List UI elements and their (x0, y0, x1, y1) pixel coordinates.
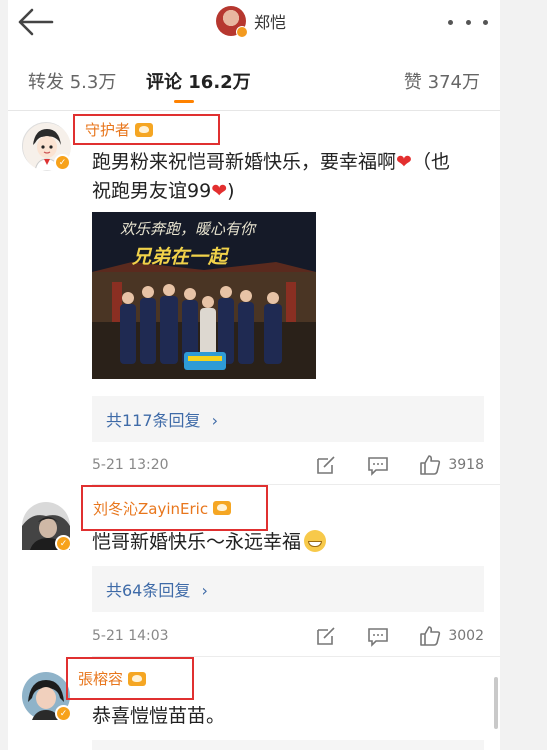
avatar[interactable]: ✓ (22, 672, 72, 722)
fan-badge-icon (128, 671, 147, 686)
view-replies-button[interactable] (92, 740, 484, 750)
like-thumb-icon[interactable] (418, 453, 442, 477)
grin-emoji-icon (304, 530, 327, 552)
heart-emoji-icon: ❤ (211, 180, 228, 202)
fan-badge-icon (135, 122, 154, 137)
comment-item: ✓ 刘冬沁ZayinEric 恺哥新婚快乐～永远幸福 共64条回复 › 5-21… (8, 484, 500, 656)
scrollbar[interactable] (494, 677, 498, 729)
view-replies-button[interactable]: 共64条回复 › (92, 566, 484, 612)
author-avatar[interactable] (216, 6, 248, 38)
avatar[interactable]: ✓ (22, 502, 72, 552)
comment-text-part: 恺哥新婚快乐～永远幸福 (92, 531, 302, 553)
fan-badge-icon (213, 501, 232, 515)
view-replies-button[interactable]: 共117条回复 › (92, 396, 484, 442)
weibo-comments-screen: 郑恺 转发 5.3万 评论 16.2万 赞 374万 ✓ 守护者 跑男粉来祝恺哥… (8, 0, 500, 750)
comment-icon[interactable] (366, 624, 390, 648)
tab-bar: 转发 5.3万 评论 16.2万 赞 374万 (8, 56, 500, 108)
comment-username[interactable]: 張榕容 (78, 668, 123, 689)
comment-text: 跑男粉来祝恺哥新婚快乐，要幸福啊❤（也 祝跑男友谊99❤) (92, 148, 492, 206)
heart-emoji-icon: ❤ (396, 151, 412, 173)
tab-comments[interactable]: 评论 16.2万 (146, 68, 251, 94)
comment-time: 5-21 14:03 (92, 628, 169, 644)
chevron-right-icon: › (201, 581, 208, 600)
chevron-right-icon: › (211, 411, 219, 430)
repost-icon[interactable] (314, 453, 338, 477)
more-dots-icon[interactable] (448, 10, 488, 34)
repost-icon[interactable] (314, 624, 338, 648)
comment-text-part: ) (227, 180, 235, 202)
replies-label: 共64条回复 (106, 581, 191, 600)
like-count: 3918 (448, 457, 484, 473)
comment-item: ✓ 守护者 跑男粉来祝恺哥新婚快乐，要幸福啊❤（也 祝跑男友谊99❤) 欢乐奔跑… (8, 112, 500, 484)
comment-time: 5-21 13:20 (92, 457, 169, 473)
username-highlight-box: 守护者 (73, 114, 220, 145)
avatar[interactable]: ✓ (22, 122, 71, 172)
author-name[interactable]: 郑恺 (254, 9, 286, 33)
post-author[interactable]: 郑恺 (216, 5, 286, 38)
comment-text-part: （也 (411, 151, 450, 173)
comment-text: 恺哥新婚快乐～永远幸福 (92, 528, 327, 557)
back-arrow-icon[interactable] (16, 6, 56, 38)
verified-badge-icon: ✓ (55, 535, 72, 552)
top-bar: 郑恺 (8, 0, 500, 44)
comment-image[interactable]: 欢乐奔跑，暖心有你 兄弟在一起 (92, 212, 316, 379)
verified-badge-icon: ✓ (55, 705, 72, 722)
verified-badge-icon (236, 26, 248, 38)
active-tab-indicator (174, 100, 194, 103)
comment-username[interactable]: 刘冬沁ZayinEric (93, 498, 208, 519)
verified-badge-icon: ✓ (54, 154, 71, 171)
comment-meta: 5-21 14:03 3002 (92, 624, 484, 648)
tab-likes[interactable]: 赞 374万 (404, 68, 480, 94)
comment-username[interactable]: 守护者 (85, 119, 130, 140)
like-thumb-icon[interactable] (418, 624, 442, 648)
tab-reposts[interactable]: 转发 5.3万 (28, 68, 116, 94)
image-caption-line2: 兄弟在一起 (132, 246, 228, 268)
replies-label: 共117条回复 (106, 411, 201, 430)
divider (8, 110, 500, 111)
comment-text: 恭喜愷愷苗苗。 (92, 705, 226, 727)
comment-text-part: 跑男粉来祝恺哥新婚快乐，要幸福啊 (92, 151, 397, 173)
comment-item: ✓ 張榕容 恭喜愷愷苗苗。 (8, 656, 500, 750)
image-caption-line1: 欢乐奔跑，暖心有你 (120, 220, 256, 238)
comment-icon[interactable] (366, 453, 390, 477)
comment-meta: 5-21 13:20 3918 (92, 453, 484, 477)
username-highlight-box: 刘冬沁ZayinEric (81, 485, 268, 531)
username-highlight-box: 張榕容 (66, 657, 194, 700)
like-count: 3002 (448, 628, 484, 644)
comment-text-part: 祝跑男友谊99 (92, 180, 212, 202)
